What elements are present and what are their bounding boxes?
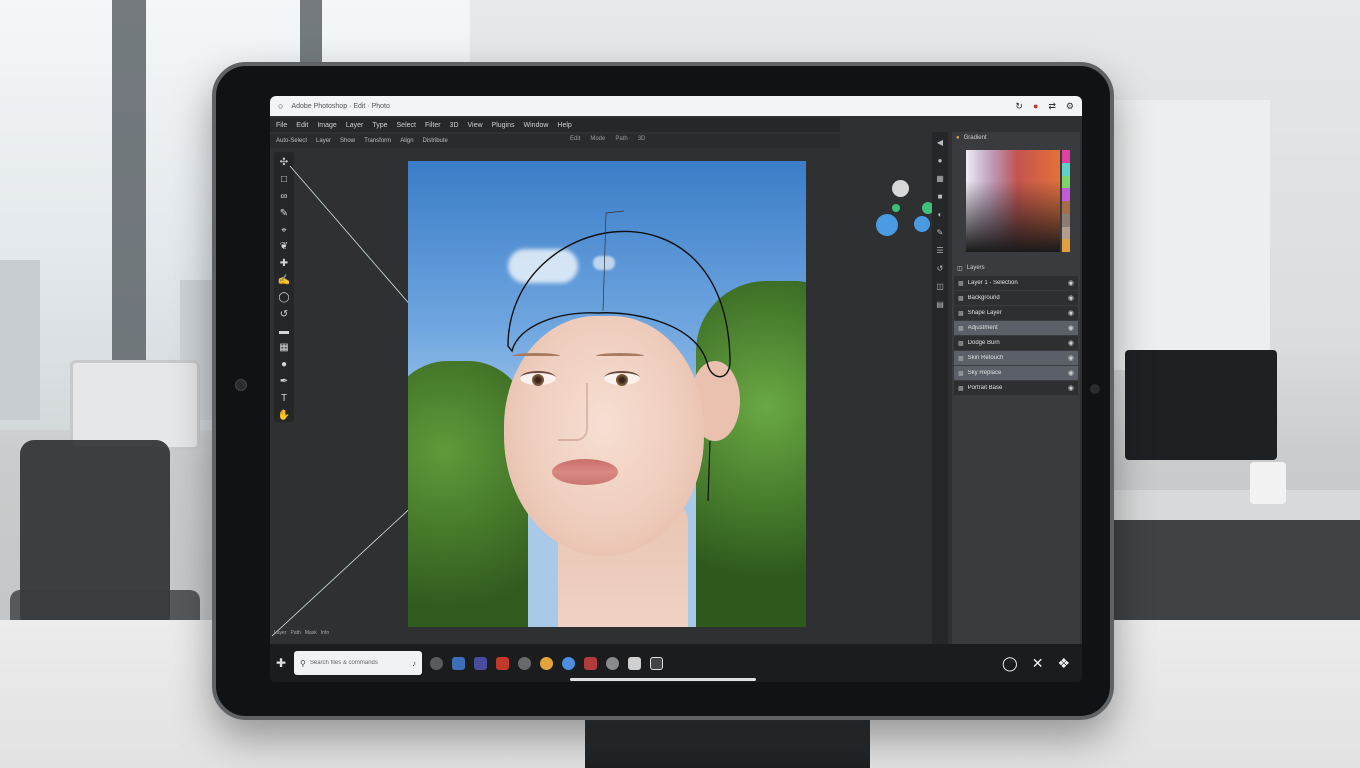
dock-app[interactable] xyxy=(518,656,531,670)
layer-row-selected[interactable]: ▩ Sky Replace ◉ xyxy=(954,366,1078,380)
bottom-tab[interactable]: Layer xyxy=(274,630,287,642)
selection-path[interactable] xyxy=(408,161,806,627)
building xyxy=(0,260,40,420)
bottom-tab[interactable]: Mask xyxy=(305,630,317,642)
dock-app[interactable] xyxy=(540,656,553,670)
adjust-panel-icon[interactable]: ◐ xyxy=(938,210,943,219)
mic-icon[interactable]: ♪ xyxy=(412,659,416,668)
search-icon: ⚲ xyxy=(300,658,306,668)
color-dot-gray[interactable] xyxy=(892,180,909,197)
visibility-icon[interactable]: ◉ xyxy=(1068,279,1074,287)
color-panel-icon[interactable]: ● xyxy=(938,156,943,165)
layers-panel-header: ◫ Layers xyxy=(954,262,1078,274)
visibility-icon[interactable]: ◉ xyxy=(1068,294,1074,302)
bottom-tab[interactable]: Info xyxy=(321,630,329,642)
layer-thumb-icon: ▩ xyxy=(958,385,964,392)
dock-app[interactable] xyxy=(430,656,443,670)
right-panel: ● Gradient ◫ Layers ▩ Layer 1 - Selectio… xyxy=(952,132,1080,652)
properties-panel-icon[interactable]: ☰ xyxy=(936,246,943,255)
layer-row[interactable]: ▩ Portrait Base ◉ xyxy=(954,381,1078,395)
swatches-panel-icon[interactable]: ▦ xyxy=(936,174,944,183)
color-dot-blue[interactable] xyxy=(876,214,898,236)
color-panel-header: ● Gradient xyxy=(952,132,1080,144)
background-monitor-right xyxy=(1125,350,1277,460)
taskbar: ✚ ⚲ Search files & commands ♪ ◯ ✕ ❖ xyxy=(270,644,1082,682)
layers-panel-icon[interactable]: ◫ xyxy=(936,282,944,291)
dock-app[interactable] xyxy=(628,656,641,670)
window-frame xyxy=(112,0,146,400)
dock-app[interactable] xyxy=(452,656,465,670)
dock-app[interactable] xyxy=(474,656,487,670)
channels-panel-icon[interactable]: ▤ xyxy=(936,300,944,309)
dock-app[interactable] xyxy=(584,656,597,670)
layer-thumb-icon: ▩ xyxy=(958,280,964,287)
layers-list: ▩ Layer 1 - Selection ◉ ▩ Background ◉ ▩… xyxy=(954,276,1078,396)
layer-name: Dodge Burn xyxy=(967,340,1000,346)
visibility-icon[interactable]: ◉ xyxy=(1068,354,1074,362)
background-desk xyxy=(1110,490,1360,520)
color-panel-title: Gradient xyxy=(963,135,987,141)
layer-name: Portrait Base xyxy=(967,385,1003,391)
visibility-icon[interactable]: ◉ xyxy=(1068,384,1074,392)
layers-icon: ◫ xyxy=(957,265,963,272)
layer-row[interactable]: ▩ Background ◉ xyxy=(954,291,1078,305)
network-icon[interactable]: ❖ xyxy=(1057,655,1070,672)
bottom-tab[interactable]: Path xyxy=(291,630,301,642)
layer-row-selected[interactable]: ▩ Adjustment ◉ xyxy=(954,321,1078,335)
home-circle-icon[interactable]: ◯ xyxy=(1002,655,1018,672)
visibility-icon[interactable]: ◉ xyxy=(1068,324,1074,332)
color-panel-icon: ● xyxy=(956,135,960,141)
panel-icon-column: ◀ ● ▦ ■ ◐ ✎ ☰ ↺ ◫ ▤ xyxy=(932,132,948,652)
dock-app[interactable] xyxy=(650,656,663,670)
taskbar-search[interactable]: ⚲ Search files & commands ♪ xyxy=(294,651,422,675)
layer-thumb-icon: ▩ xyxy=(958,325,964,332)
color-dot-green[interactable] xyxy=(892,204,900,212)
layer-row-selected[interactable]: ▩ Skin Retouch ◉ xyxy=(954,351,1078,365)
layer-row[interactable]: ▩ Shape Layer ◉ xyxy=(954,306,1078,320)
layer-name: Sky Replace xyxy=(967,370,1002,376)
gradient-panel-icon[interactable]: ■ xyxy=(938,192,943,201)
dock-app[interactable] xyxy=(496,656,509,670)
layer-name: Skin Retouch xyxy=(967,355,1004,361)
visibility-icon[interactable]: ◉ xyxy=(1068,309,1074,317)
tablet-screen: ○ Adobe Photoshop · Edit · Photo ↻ ● ⇄ ⚙… xyxy=(270,96,1082,682)
tablet: ○ Adobe Photoshop · Edit · Photo ↻ ● ⇄ ⚙… xyxy=(212,62,1114,720)
mug xyxy=(1250,462,1286,504)
layer-name: Shape Layer xyxy=(967,310,1002,316)
layer-name: Adjustment xyxy=(967,325,998,331)
dock-app[interactable] xyxy=(562,656,575,670)
system-icons: ◯ ✕ ❖ xyxy=(1002,655,1070,672)
layer-name: Background xyxy=(967,295,1000,301)
layer-thumb-icon: ▩ xyxy=(958,340,964,347)
add-icon[interactable]: ✚ xyxy=(272,656,290,670)
color-swatch-strip[interactable] xyxy=(1062,150,1070,252)
image-canvas[interactable] xyxy=(408,161,806,627)
layer-row[interactable]: ▩ Layer 1 - Selection ◉ xyxy=(954,276,1078,290)
dock-app[interactable] xyxy=(606,656,619,670)
camera xyxy=(235,379,247,391)
layer-thumb-icon: ▩ xyxy=(958,310,964,317)
layer-row[interactable]: ▩ Dodge Burn ◉ xyxy=(954,336,1078,350)
layer-thumb-icon: ▩ xyxy=(958,370,964,377)
close-icon[interactable]: ✕ xyxy=(1032,655,1044,672)
home-indicator[interactable] xyxy=(570,678,756,681)
color-picker-field[interactable] xyxy=(966,150,1060,252)
layer-thumb-icon: ▩ xyxy=(958,295,964,302)
visibility-icon[interactable]: ◉ xyxy=(1068,339,1074,347)
visibility-icon[interactable]: ◉ xyxy=(1068,369,1074,377)
dock xyxy=(430,656,663,670)
sensor xyxy=(1090,384,1100,394)
background-monitor xyxy=(70,360,200,450)
history-panel-icon[interactable]: ↺ xyxy=(937,264,944,273)
brush-panel-icon[interactable]: ✎ xyxy=(937,228,944,237)
layer-name: Layer 1 - Selection xyxy=(967,280,1018,286)
wall-panel xyxy=(1110,100,1270,370)
layers-title: Layers xyxy=(966,265,985,271)
layer-thumb-icon: ▩ xyxy=(958,355,964,362)
panel-expand-icon[interactable]: ◀ xyxy=(937,138,943,147)
bottom-tabs: Layer Path Mask Info xyxy=(270,630,370,642)
color-dot-blue[interactable] xyxy=(914,216,930,232)
search-placeholder[interactable]: Search files & commands xyxy=(310,660,408,666)
